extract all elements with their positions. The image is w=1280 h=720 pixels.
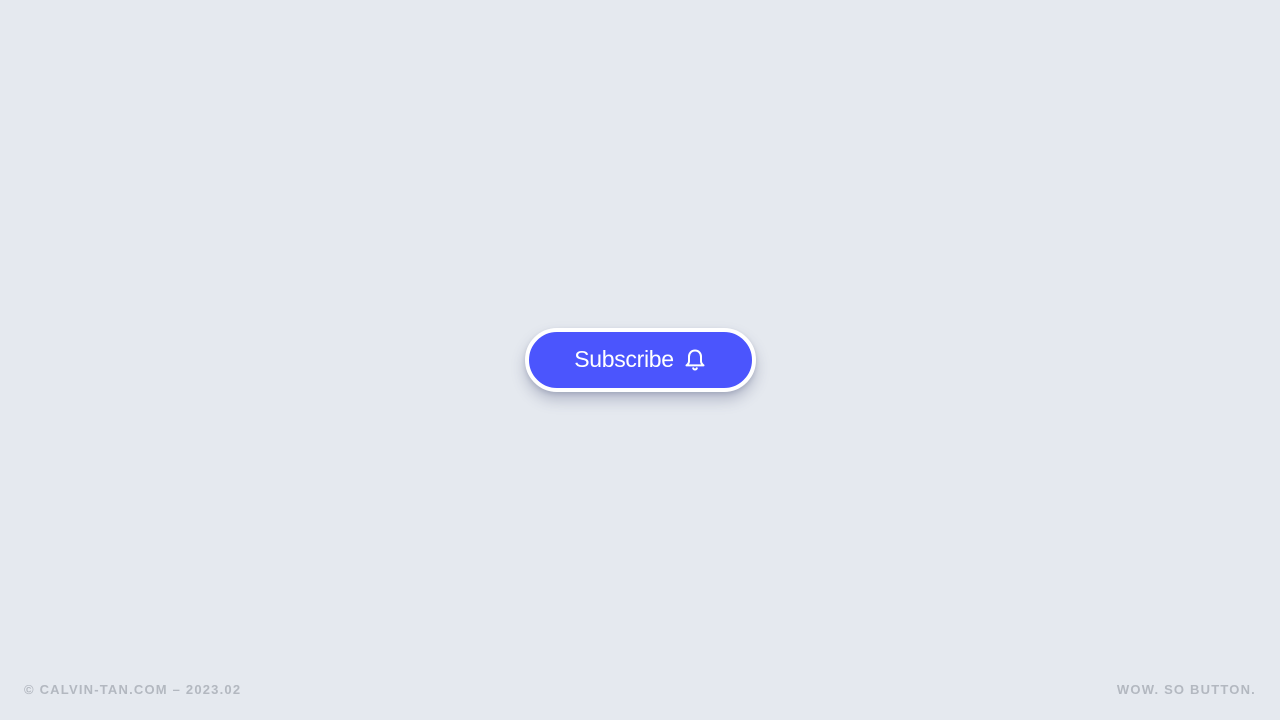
- subscribe-button-label: Subscribe: [574, 346, 674, 372]
- footer-tagline: WOW. SO BUTTON.: [1116, 682, 1256, 697]
- footer-credit: © CALVIN-TAN.COM – 2023.02: [24, 682, 242, 697]
- page-canvas: Subscribe © CALVIN-TAN.COM – 2023.02 WOW…: [0, 0, 1280, 720]
- bell-icon: [683, 348, 707, 372]
- subscribe-button[interactable]: Subscribe: [525, 328, 756, 392]
